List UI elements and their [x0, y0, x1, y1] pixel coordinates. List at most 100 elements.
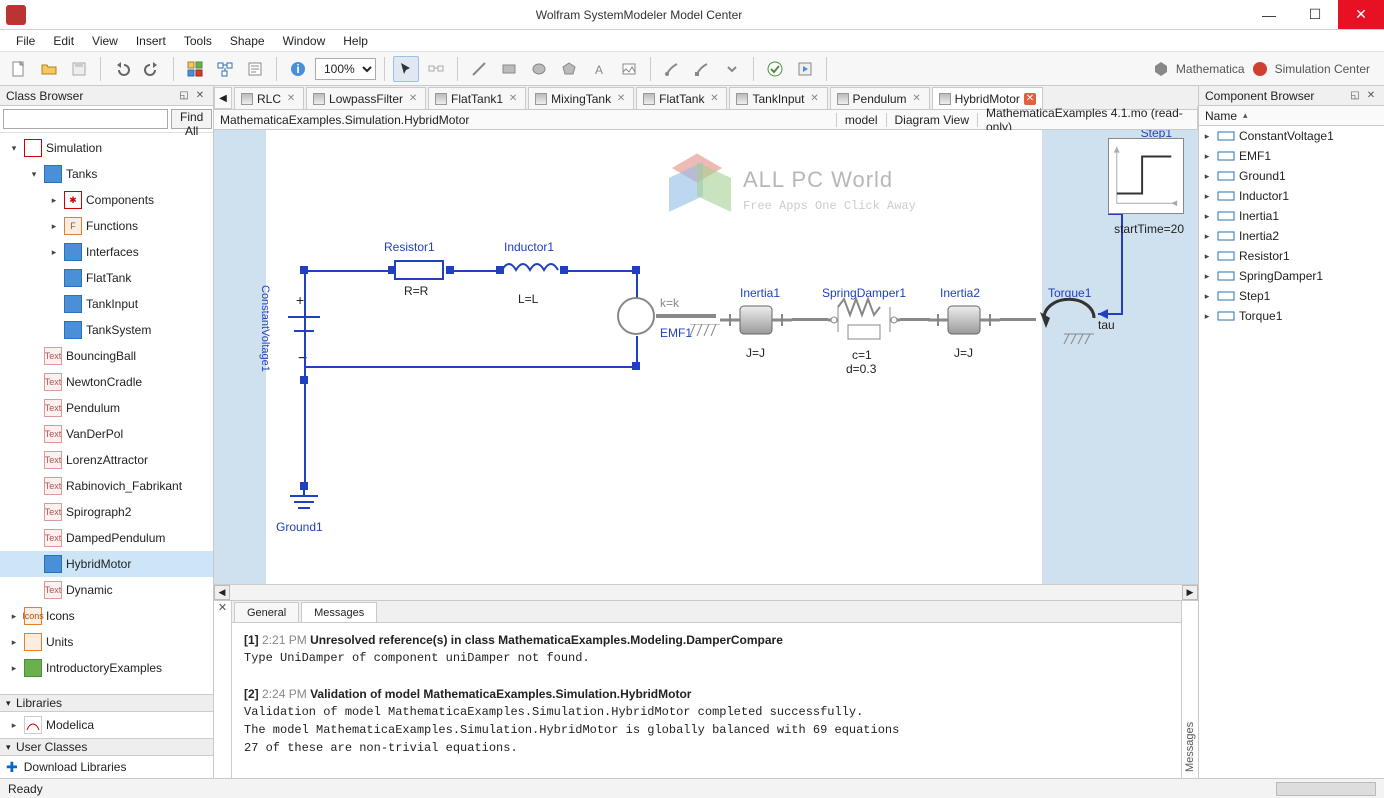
diagram-icon[interactable]	[212, 56, 238, 82]
tree-item[interactable]: TextDynamic	[0, 577, 213, 603]
brush-tool[interactable]	[659, 56, 685, 82]
tree-item[interactable]: ▾Tanks	[0, 161, 213, 187]
tab-scroll-left[interactable]: ◀	[214, 87, 232, 109]
grid-icon[interactable]	[182, 56, 208, 82]
component-item[interactable]: ▸Step1	[1199, 286, 1384, 306]
canvas-hscroll[interactable]: ◀ ▶	[214, 584, 1198, 600]
tree-item[interactable]: ▸Units	[0, 629, 213, 655]
tab-close-icon[interactable]: ✕	[1024, 93, 1036, 105]
breadcrumb-type[interactable]: model	[837, 113, 887, 127]
simcenter-link[interactable]: Simulation Center	[1275, 62, 1370, 76]
zoom-select[interactable]: 100%	[315, 58, 376, 80]
component-item[interactable]: ▸Inductor1	[1199, 186, 1384, 206]
messages-side-label[interactable]: Messages	[1181, 601, 1198, 778]
line-tool[interactable]	[466, 56, 492, 82]
ellipse-tool[interactable]	[526, 56, 552, 82]
messages-close-icon[interactable]: ✕	[218, 601, 227, 617]
undock-icon[interactable]: ◱	[1348, 89, 1362, 103]
menu-file[interactable]: File	[8, 32, 43, 50]
menu-edit[interactable]: Edit	[45, 32, 82, 50]
tree-item[interactable]: ▸IntroductoryExamples	[0, 655, 213, 681]
tree-item[interactable]: TextBouncingBall	[0, 343, 213, 369]
simulate-button[interactable]	[792, 56, 818, 82]
close-panel-icon[interactable]: ✕	[193, 89, 207, 103]
new-button[interactable]	[6, 56, 32, 82]
mathematica-link[interactable]: Mathematica	[1176, 62, 1245, 76]
tree-item[interactable]: ▸Interfaces	[0, 239, 213, 265]
component-item[interactable]: ▸Resistor1	[1199, 246, 1384, 266]
redo-button[interactable]	[139, 56, 165, 82]
menu-help[interactable]: Help	[335, 32, 376, 50]
component-item[interactable]: ▸ConstantVoltage1	[1199, 126, 1384, 146]
component-item[interactable]: ▸Ground1	[1199, 166, 1384, 186]
component-list[interactable]: ▸ConstantVoltage1▸EMF1▸Ground1▸Inductor1…	[1199, 126, 1384, 778]
fill-tool[interactable]	[689, 56, 715, 82]
scroll-left-icon[interactable]: ◀	[214, 585, 230, 600]
tree-item[interactable]: TextVanDerPol	[0, 421, 213, 447]
class-tree[interactable]: ▾Simulation▾Tanks▸✱Components▸FFunctions…	[0, 133, 213, 694]
tree-item[interactable]: TextRabinovich_Fabrikant	[0, 473, 213, 499]
emf-icon[interactable]	[616, 296, 656, 336]
save-button[interactable]	[66, 56, 92, 82]
tab-close-icon[interactable]: ✕	[507, 93, 519, 105]
find-all-button[interactable]: Find All	[171, 109, 212, 129]
name-column-header[interactable]: Name▴	[1199, 106, 1384, 126]
text-view-icon[interactable]	[242, 56, 268, 82]
text-tool[interactable]: A	[586, 56, 612, 82]
tab-close-icon[interactable]: ✕	[708, 93, 720, 105]
close-button[interactable]: ✕	[1338, 0, 1384, 29]
tree-item[interactable]: TextNewtonCradle	[0, 369, 213, 395]
tree-item[interactable]: TextLorenzAttractor	[0, 447, 213, 473]
tree-item[interactable]: TextSpirograph2	[0, 499, 213, 525]
tree-item[interactable]: ▸✱Components	[0, 187, 213, 213]
tree-item[interactable]: ▸IconsIcons	[0, 603, 213, 629]
tree-item[interactable]: HybridMotor	[0, 551, 213, 577]
component-item[interactable]: ▸EMF1	[1199, 146, 1384, 166]
libraries-section[interactable]: ▾Libraries	[0, 694, 213, 712]
breadcrumb-view[interactable]: Diagram View	[887, 113, 978, 127]
step-icon[interactable]	[1108, 138, 1184, 214]
tree-item[interactable]: FlatTank	[0, 265, 213, 291]
inertia2-icon[interactable]	[928, 300, 1000, 340]
component-item[interactable]: ▸Torque1	[1199, 306, 1384, 326]
tree-item[interactable]: TextDampedPendulum	[0, 525, 213, 551]
open-button[interactable]	[36, 56, 62, 82]
tree-item[interactable]: ▾Simulation	[0, 135, 213, 161]
info-button[interactable]: i	[285, 56, 311, 82]
polygon-tool[interactable]	[556, 56, 582, 82]
doc-tab[interactable]: TankInput✕	[729, 87, 827, 109]
doc-tab[interactable]: Pendulum✕	[830, 87, 930, 109]
scroll-right-icon[interactable]: ▶	[1182, 585, 1198, 600]
doc-tab[interactable]: LowpassFilter✕	[306, 87, 426, 109]
dropdown-icon[interactable]	[719, 56, 745, 82]
tab-general[interactable]: General	[234, 602, 299, 622]
tree-item-modelica[interactable]: ▸Modelica	[0, 712, 213, 738]
diagram-canvas[interactable]: ALL PC World Free Apps One Click Away Co…	[214, 130, 1198, 584]
rect-tool[interactable]	[496, 56, 522, 82]
tab-close-icon[interactable]: ✕	[285, 93, 297, 105]
messages-body[interactable]: [1] 2:21 PM Unresolved reference(s) in c…	[232, 623, 1181, 778]
doc-tab[interactable]: MixingTank✕	[528, 87, 634, 109]
menu-shape[interactable]: Shape	[222, 32, 273, 50]
tree-item[interactable]: TextPendulum	[0, 395, 213, 421]
component-item[interactable]: ▸Inertia1	[1199, 206, 1384, 226]
component-item[interactable]: ▸SpringDamper1	[1199, 266, 1384, 286]
tab-close-icon[interactable]: ✕	[407, 93, 419, 105]
menu-insert[interactable]: Insert	[128, 32, 174, 50]
undock-icon[interactable]: ◱	[177, 89, 191, 103]
menu-window[interactable]: Window	[275, 32, 334, 50]
undo-button[interactable]	[109, 56, 135, 82]
pointer-tool[interactable]	[393, 56, 419, 82]
connect-tool[interactable]	[423, 56, 449, 82]
doc-tab[interactable]: FlatTank1✕	[428, 87, 526, 109]
image-tool[interactable]	[616, 56, 642, 82]
doc-tab[interactable]: RLC✕	[234, 87, 304, 109]
class-search-input[interactable]	[3, 109, 168, 129]
tree-item[interactable]: ▸FFunctions	[0, 213, 213, 239]
minimize-button[interactable]: —	[1246, 0, 1292, 29]
download-libraries-link[interactable]: ✚Download Libraries	[0, 756, 213, 778]
inertia1-icon[interactable]	[720, 300, 792, 340]
maximize-button[interactable]: ☐	[1292, 0, 1338, 29]
tab-close-icon[interactable]: ✕	[615, 93, 627, 105]
tab-close-icon[interactable]: ✕	[809, 93, 821, 105]
